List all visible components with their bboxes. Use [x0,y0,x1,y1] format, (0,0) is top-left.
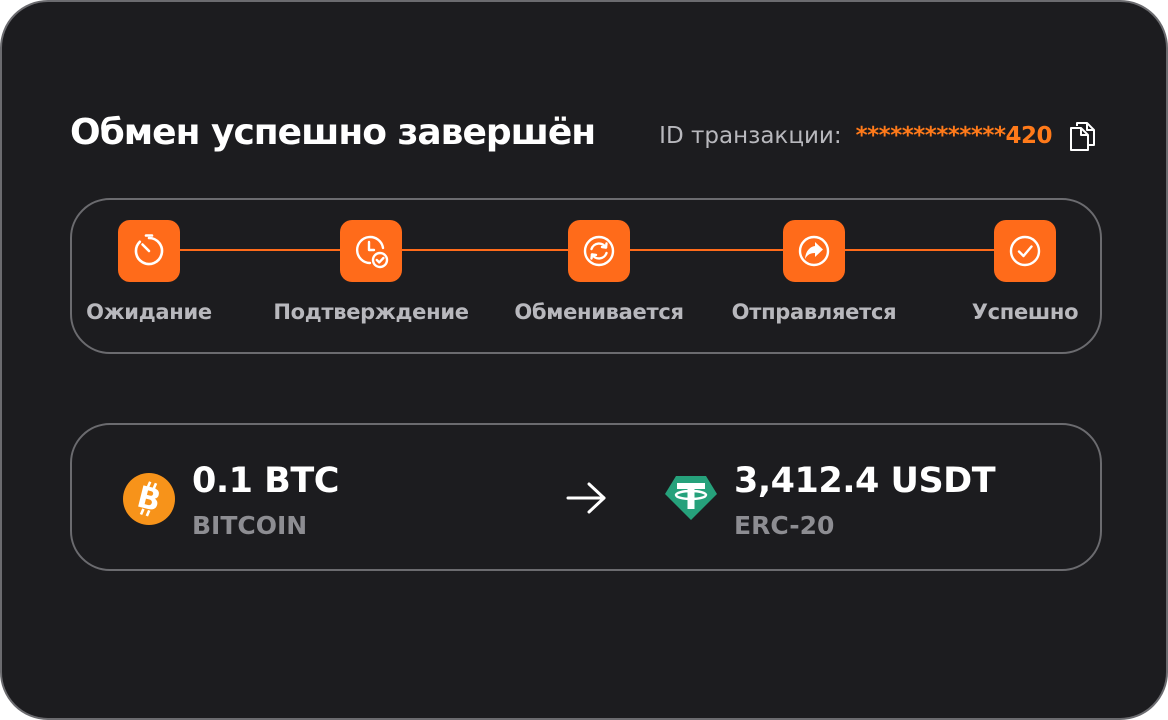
copy-icon[interactable] [1068,120,1096,152]
to-network: ERC-20 [734,511,835,540]
step-label: Ожидание [86,300,212,324]
from-amount: 0.1 BTC [192,461,339,501]
transaction-id-value: *************420 [855,123,1053,149]
step-label: Подтверждение [273,300,469,324]
step-sending: Отправляется [704,220,924,324]
step-label: Обменивается [514,300,684,324]
to-amount: 3,412.4 USDT [734,461,996,501]
progress-steps: Ожидание Подтверждение Обменивается Отпр… [70,198,1102,354]
exchange-success-card: Обмен успешно завершён ID транзакции: **… [0,0,1168,720]
transaction-id-label: ID транзакции: [659,123,842,149]
tether-icon [664,470,718,524]
bitcoin-icon: B [122,472,176,526]
step-label: Отправляется [731,300,897,324]
arrow-right-icon [564,479,610,517]
step-waiting: Ожидание [39,220,259,324]
clock-check-icon [340,220,402,282]
forward-arrow-icon [783,220,845,282]
step-confirmation: Подтверждение [261,220,481,324]
check-circle-icon [994,220,1056,282]
step-label: Успешно [971,300,1079,324]
exchange-summary: B 0.1 BTC BITCOIN 3,412.4 USDT ERC-20 [70,423,1102,571]
page-title: Обмен успешно завершён [70,112,596,153]
step-success: Успешно [915,220,1135,324]
refresh-icon [568,220,630,282]
step-exchanging: Обменивается [489,220,709,324]
timer-icon [118,220,180,282]
from-coin-name: BITCOIN [192,511,308,540]
transaction-id: ID транзакции: *************420 [659,120,1096,152]
